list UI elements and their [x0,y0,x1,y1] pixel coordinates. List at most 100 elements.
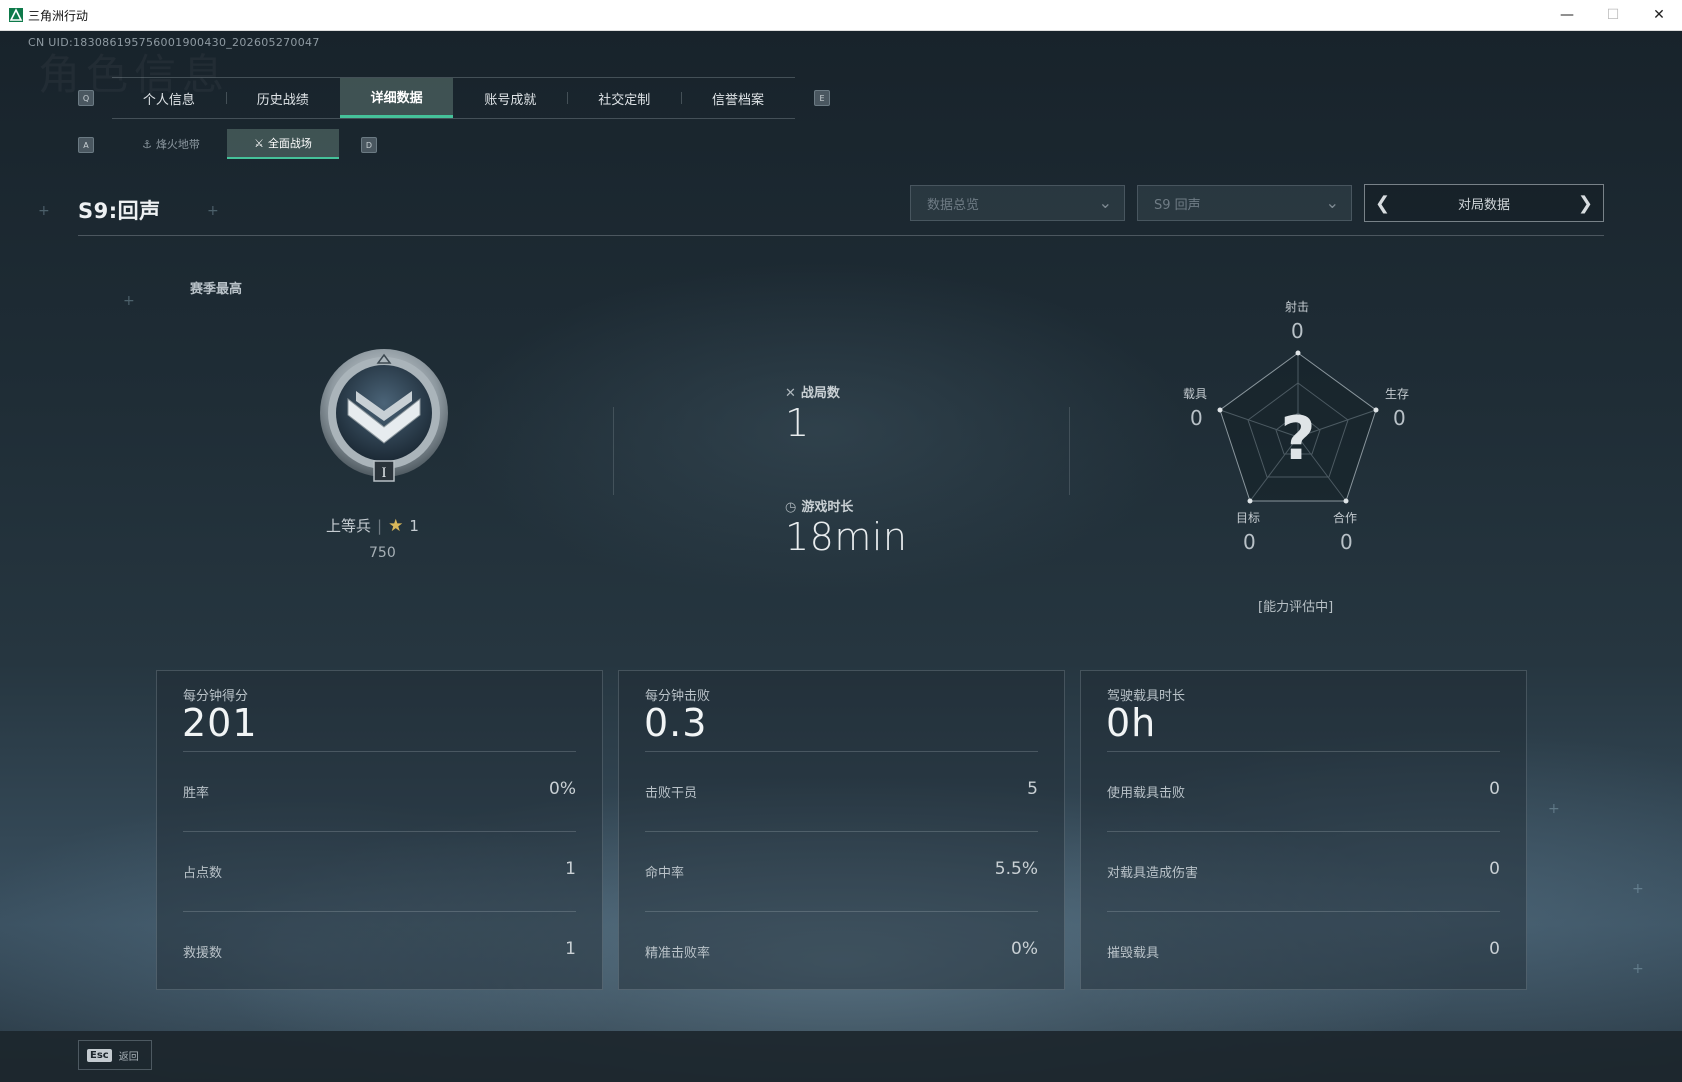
matches-label: ✕ 战局数 [785,382,840,401]
radar-label-shooting: 射击 [1285,300,1310,314]
row-value: 0 [1489,859,1500,879]
subtab-prev-key[interactable]: A [78,137,94,153]
header-divider [78,235,1604,236]
rank-name: 上等兵 | ★ 1 [326,515,419,536]
decor-cross-icon: + [38,203,50,219]
back-button[interactable]: Esc 返回 [78,1040,152,1070]
badge-numeral: I [382,465,387,481]
rank-score: 750 [369,545,396,561]
decor-cross-icon: + [1632,961,1644,977]
matches-label-text: 战局数 [800,386,840,401]
playtime-label: ◷ 游戏时长 [785,496,853,515]
app-logo-icon [9,8,23,22]
panel-divider [1107,751,1500,752]
row-label: 精准击败率 [645,946,711,961]
row-label: 命中率 [645,866,685,881]
tab-next-key[interactable]: E [814,90,830,106]
row-value: 0% [549,779,576,799]
row-value: 1 [565,939,576,959]
footer-bar [0,1031,1682,1082]
row-value: 0% [1011,939,1038,959]
row-value: 5.5% [994,859,1038,879]
page-title: S9:回声 [78,199,161,223]
rank-title: 上等兵 [326,517,372,535]
dropdown-value: 数据总览 [927,197,980,213]
section-divider [613,407,614,495]
panel-divider [645,831,1038,832]
stat-panel-score: 每分钟得分 201 胜率 0% 占点数 1 救援数 1 [156,670,603,990]
chevron-left-icon[interactable]: ❮ [1375,193,1390,214]
close-button[interactable]: ✕ [1636,0,1682,30]
tab-detailed-data[interactable]: 详细数据 [339,78,454,118]
season-dropdown[interactable]: S9 回声 ⌄ [1137,185,1352,221]
radar-value-shooting: 0 [1291,319,1304,343]
stat-panel-vehicle: 驾驶载具时长 0h 使用载具击败 0 对载具造成伤害 0 摧毁载具 0 [1080,670,1527,990]
row-value: 0 [1489,939,1500,959]
crossed-swords-icon: ✕ [785,386,796,401]
radar-label-survival: 生存 [1385,387,1410,401]
row-label: 使用载具击败 [1107,786,1186,801]
maximize-button[interactable]: ☐ [1590,0,1636,30]
dropdown-value: S9 回声 [1154,197,1201,213]
row-value: 5 [1027,779,1038,799]
radar-center-mark: ? [1281,404,1316,474]
row-label: 救援数 [183,946,223,961]
subtab-hazard-zone[interactable]: ⚓ 烽火地带 [115,129,227,159]
chevron-right-icon[interactable]: ❯ [1578,193,1593,214]
minimize-button[interactable]: — [1544,0,1590,30]
back-label: 返回 [118,1051,139,1063]
panel-divider [183,831,576,832]
tab-social-custom[interactable]: 社交定制 [567,78,681,118]
section-divider [1069,407,1070,495]
pager-label: 对局数据 [1457,197,1510,213]
tab-match-history[interactable]: 历史战绩 [225,78,340,118]
playtime-value: 18min [785,515,908,559]
ability-radar-chart: ? [1217,350,1379,504]
subtab-full-battlefield[interactable]: ⚔ 全面战场 [227,129,339,159]
decor-cross-icon: + [207,203,219,219]
rank-stars: 1 [409,517,419,535]
radar-label-teamwork: 合作 [1333,511,1358,525]
rank-separator: | [377,517,383,535]
row-label: 对载具造成伤害 [1107,866,1199,881]
decor-cross-icon: + [123,293,135,309]
row-label: 胜率 [183,786,210,801]
panel-divider [1107,911,1500,912]
row-label: 击败干员 [645,786,698,801]
stat-panel-kills: 每分钟击败 0.3 击败干员 5 命中率 5.5% 精准击败率 0% [618,670,1065,990]
row-value: 1 [565,859,576,879]
panel-divider [183,751,576,752]
radar-value-vehicle: 0 [1190,406,1203,430]
row-value: 0 [1489,779,1500,799]
window-title: 三角洲行动 [28,8,89,23]
tab-achievements[interactable]: 账号成就 [453,78,567,118]
panel-big-value: 201 [182,701,258,745]
anchor-icon: ⚓ [142,137,152,151]
game-viewport: 角色信息 CN UID:1830861957560019004​30_20260… [0,31,1682,1082]
tab-prev-key[interactable]: Q [78,90,94,106]
tab-personal-info[interactable]: 个人信息 [112,78,226,118]
panel-divider [645,911,1038,912]
window-title-bar: 三角洲行动 — ☐ ✕ [0,0,1682,31]
esc-key: Esc [87,1048,112,1062]
radar-label-objective: 目标 [1236,511,1261,525]
main-tab-bar: 个人信息 历史战绩 详细数据 账号成就 社交定制 信誉档案 [112,77,795,119]
row-label: 占点数 [183,866,223,881]
crossed-swords-icon: ⚔ [254,136,264,150]
radar-value-objective: 0 [1243,530,1256,554]
subtab-label: 烽火地带 [155,138,200,151]
clock-icon: ◷ [785,500,797,515]
panel-divider [645,751,1038,752]
radar-value-survival: 0 [1393,406,1406,430]
data-overview-dropdown[interactable]: 数据总览 ⌄ [910,185,1125,221]
subtab-next-key[interactable]: D [361,137,377,153]
match-data-pager: ❮ 对局数据 ❯ [1364,184,1604,222]
decor-cross-icon: + [1548,801,1560,817]
panel-divider [183,911,576,912]
decor-cross-icon: + [1632,881,1644,897]
playtime-label-text: 游戏时长 [801,500,854,515]
panel-big-value: 0.3 [644,701,708,745]
tab-credit-record[interactable]: 信誉档案 [681,78,795,118]
chevron-down-icon: ⌄ [1325,193,1339,212]
subtab-label: 全面战场 [267,137,312,150]
